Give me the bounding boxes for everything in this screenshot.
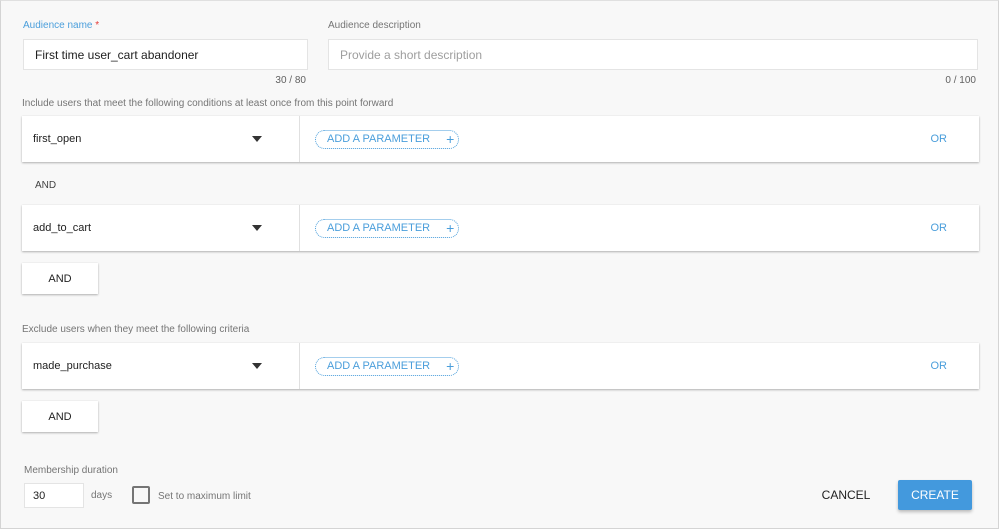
caret-down-icon xyxy=(252,136,262,142)
create-button[interactable]: CREATE xyxy=(898,480,972,510)
or-button[interactable]: OR xyxy=(931,222,948,234)
add-parameter-button[interactable]: ADD A PARAMETER + xyxy=(315,356,459,376)
event-name: made_purchase xyxy=(33,360,112,372)
event-name: first_open xyxy=(33,133,82,145)
audience-description-input[interactable]: Provide a short description xyxy=(328,39,978,70)
max-limit-checkbox[interactable] xyxy=(132,486,150,504)
or-button[interactable]: OR xyxy=(931,360,948,372)
add-parameter-label: ADD A PARAMETER xyxy=(327,222,431,234)
membership-duration-input[interactable]: 30 xyxy=(24,483,84,508)
create-audience-dialog: Audience name * First time user_cart aba… xyxy=(0,0,999,529)
include-condition-row: add_to_cart ADD A PARAMETER + OR xyxy=(22,205,979,251)
audience-name-label: Audience name * xyxy=(23,20,99,31)
event-select[interactable]: made_purchase xyxy=(22,343,300,389)
include-heading: Include users that meet the following co… xyxy=(22,98,394,109)
include-condition-row: first_open ADD A PARAMETER + OR xyxy=(22,116,979,162)
add-parameter-label: ADD A PARAMETER xyxy=(327,133,431,145)
days-unit-label: days xyxy=(91,490,113,501)
audience-name-label-text: Audience name xyxy=(23,20,93,31)
and-separator: AND xyxy=(35,180,57,191)
exclude-condition-row: made_purchase ADD A PARAMETER + OR xyxy=(22,343,979,389)
required-mark: * xyxy=(95,20,100,31)
exclude-heading: Exclude users when they meet the followi… xyxy=(22,324,250,335)
audience-description-counter: 0 / 100 xyxy=(945,75,976,86)
max-limit-label: Set to maximum limit xyxy=(158,491,251,502)
audience-name-value: First time user_cart abandoner xyxy=(35,47,199,62)
add-parameter-button[interactable]: ADD A PARAMETER + xyxy=(315,218,459,238)
cancel-button[interactable]: CANCEL xyxy=(807,483,885,507)
audience-description-placeholder: Provide a short description xyxy=(340,47,483,62)
or-button[interactable]: OR xyxy=(931,133,948,145)
event-select[interactable]: first_open xyxy=(22,116,300,162)
audience-name-counter: 30 / 80 xyxy=(275,75,306,86)
plus-icon: + xyxy=(446,131,455,147)
caret-down-icon xyxy=(252,363,262,369)
membership-duration-label: Membership duration xyxy=(24,465,118,476)
event-name: add_to_cart xyxy=(33,222,92,234)
audience-name-input[interactable]: First time user_cart abandoner xyxy=(23,39,308,70)
add-parameter-button[interactable]: ADD A PARAMETER + xyxy=(315,129,459,149)
include-and-button[interactable]: AND xyxy=(22,263,98,294)
caret-down-icon xyxy=(252,225,262,231)
event-select[interactable]: add_to_cart xyxy=(22,205,300,251)
audience-description-label: Audience description xyxy=(328,20,421,31)
plus-icon: + xyxy=(446,220,455,236)
plus-icon: + xyxy=(446,358,455,374)
add-parameter-label: ADD A PARAMETER xyxy=(327,360,431,372)
exclude-and-button[interactable]: AND xyxy=(22,401,98,432)
membership-duration-value: 30 xyxy=(33,489,46,502)
